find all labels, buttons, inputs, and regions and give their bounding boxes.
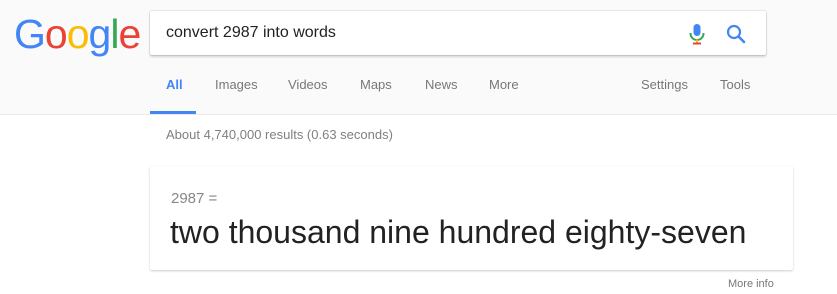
logo-letter: e [118,11,141,57]
logo-letter: g [88,11,112,57]
logo-letter: l [110,11,119,57]
tab-more[interactable]: More [489,77,519,92]
microphone-icon[interactable] [687,23,707,45]
tab-tools[interactable]: Tools [720,77,750,92]
search-input[interactable] [166,11,666,55]
logo-letter: G [14,11,46,57]
tab-settings[interactable]: Settings [641,77,688,92]
active-tab-indicator [150,111,196,114]
tab-videos[interactable]: Videos [288,77,328,92]
tab-news[interactable]: News [425,77,458,92]
answer-expression: 2987 = [171,190,218,207]
search-icon[interactable] [724,22,748,46]
answer-result: two thousand nine hundred eighty-seven [170,214,747,250]
tab-images[interactable]: Images [215,77,258,92]
calculator-answer-card: 2987 = two thousand nine hundred eighty-… [150,166,793,270]
header: Google All Images Videos Maps News More … [0,0,837,115]
more-info-link[interactable]: More info [728,278,774,290]
logo-letter: o [66,11,90,57]
logo-letter: o [44,11,68,57]
search-tabs: All Images Videos Maps News More Setting… [0,62,837,114]
search-box [150,11,766,55]
tab-all[interactable]: All [166,77,183,92]
google-logo[interactable]: Google [14,11,141,57]
tab-maps[interactable]: Maps [360,77,392,92]
result-stats: About 4,740,000 results (0.63 seconds) [166,127,393,142]
